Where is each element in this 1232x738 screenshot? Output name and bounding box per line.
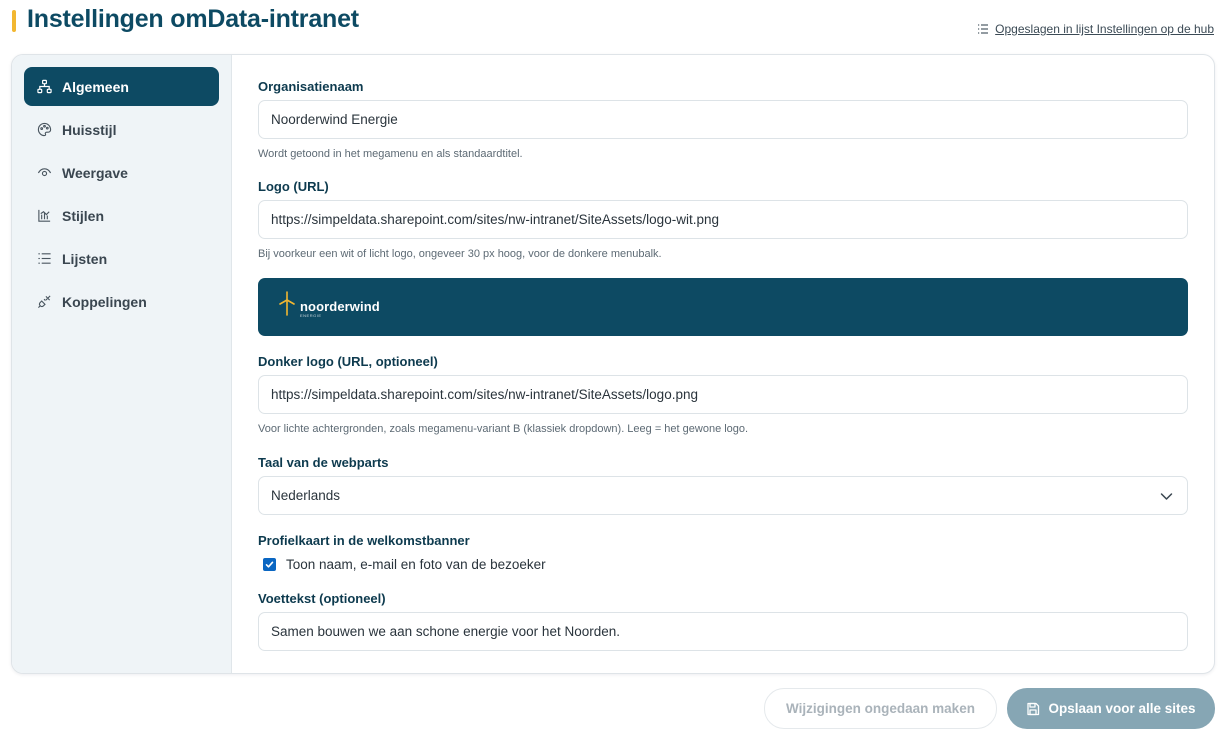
- hub-link-label[interactable]: Opgeslagen in lijst Instellingen op de h…: [995, 22, 1214, 36]
- profile-card-label: Profielkaart in de welkomstbanner: [258, 533, 470, 548]
- save-all-sites-button[interactable]: Opslaan voor alle sites: [1007, 688, 1215, 729]
- save-button-label: Opslaan voor alle sites: [1048, 701, 1196, 716]
- sidebar-item-koppelingen[interactable]: Koppelingen: [24, 282, 219, 321]
- sidebar-item-huisstijl[interactable]: Huisstijl: [24, 110, 219, 149]
- list-icon: [38, 253, 51, 264]
- sidebar-item-weergave[interactable]: Weergave: [24, 153, 219, 192]
- undo-button-label: Wijzigingen ongedaan maken: [786, 701, 975, 716]
- logo-url-label: Logo (URL): [258, 179, 329, 194]
- settings-sidebar: Algemeen Huisstijl Weergave Stijlen Lijs…: [12, 55, 232, 673]
- palette-icon: [37, 122, 52, 137]
- language-label: Taal van de webparts: [258, 455, 389, 470]
- profile-card-checkbox-label[interactable]: Toon naam, e-mail en foto van de bezoeke…: [286, 557, 546, 572]
- profile-card-option[interactable]: Toon naam, e-mail en foto van de bezoeke…: [263, 557, 546, 572]
- logo-url-value: https://simpeldata.sharepoint.com/sites/…: [271, 212, 719, 227]
- dark-logo-input[interactable]: https://simpeldata.sharepoint.com/sites/…: [258, 375, 1188, 414]
- logo-wordmark: noorderwind: [300, 299, 380, 314]
- logo-url-input[interactable]: https://simpeldata.sharepoint.com/sites/…: [258, 200, 1188, 239]
- page-title: Instellingen omData-intranet: [27, 5, 359, 33]
- settings-card: Algemeen Huisstijl Weergave Stijlen Lijs…: [11, 54, 1215, 674]
- profile-card-checkbox[interactable]: [263, 558, 276, 571]
- sitemap-icon: [37, 79, 52, 94]
- logo-subtext: ENERGIE: [300, 313, 322, 318]
- title-accent-bar: [12, 10, 16, 32]
- sidebar-item-label: Stijlen: [62, 207, 105, 224]
- sidebar-item-stijlen[interactable]: Stijlen: [24, 196, 219, 235]
- org-name-value: Noorderwind Energie: [271, 112, 398, 127]
- sidebar-item-algemeen[interactable]: Algemeen: [24, 67, 219, 106]
- sidebar-item-label: Algemeen: [62, 78, 129, 95]
- dark-logo-hint: Voor lichte achtergronden, zoals megamen…: [258, 423, 749, 435]
- footer-text-value: Samen bouwen we aan schone energie voor …: [271, 624, 620, 639]
- chart-icon: [38, 209, 51, 222]
- logo-preview: noorderwind ENERGIE: [258, 278, 1188, 336]
- list-icon: [978, 24, 989, 34]
- checkmark-icon: [265, 561, 274, 568]
- dark-logo-value: https://simpeldata.sharepoint.com/sites/…: [271, 387, 698, 402]
- footer-text-label: Voettekst (optioneel): [258, 591, 386, 606]
- sidebar-item-label: Lijsten: [62, 250, 108, 267]
- hub-settings-link[interactable]: Opgeslagen in lijst Instellingen op de h…: [977, 22, 1214, 36]
- chevron-down-icon: [1160, 493, 1173, 500]
- footer-text-input[interactable]: Samen bouwen we aan schone energie voor …: [258, 612, 1188, 651]
- language-value: Nederlands: [271, 488, 341, 503]
- eye-icon: [37, 168, 52, 177]
- org-name-input[interactable]: Noorderwind Energie: [258, 100, 1188, 139]
- plug-icon: [38, 295, 51, 308]
- save-icon: [1027, 702, 1040, 715]
- language-select[interactable]: Nederlands: [258, 476, 1188, 515]
- dark-logo-label: Donker logo (URL, optioneel): [258, 354, 438, 369]
- settings-page: Instellingen omData-intranet Opgeslagen …: [0, 0, 1232, 738]
- sidebar-item-label: Weergave: [62, 164, 128, 181]
- undo-changes-button[interactable]: Wijzigingen ongedaan maken: [764, 688, 997, 729]
- sidebar-item-lijsten[interactable]: Lijsten: [24, 239, 219, 278]
- sidebar-item-label: Huisstijl: [62, 121, 117, 138]
- org-name-label: Organisatienaam: [258, 79, 364, 94]
- sidebar-item-label: Koppelingen: [62, 293, 147, 310]
- org-name-hint: Wordt getoond in het megamenu en als sta…: [258, 148, 523, 160]
- logo-url-hint: Bij voorkeur een wit of licht logo, onge…: [258, 248, 662, 260]
- wind-turbine-icon: [279, 291, 295, 316]
